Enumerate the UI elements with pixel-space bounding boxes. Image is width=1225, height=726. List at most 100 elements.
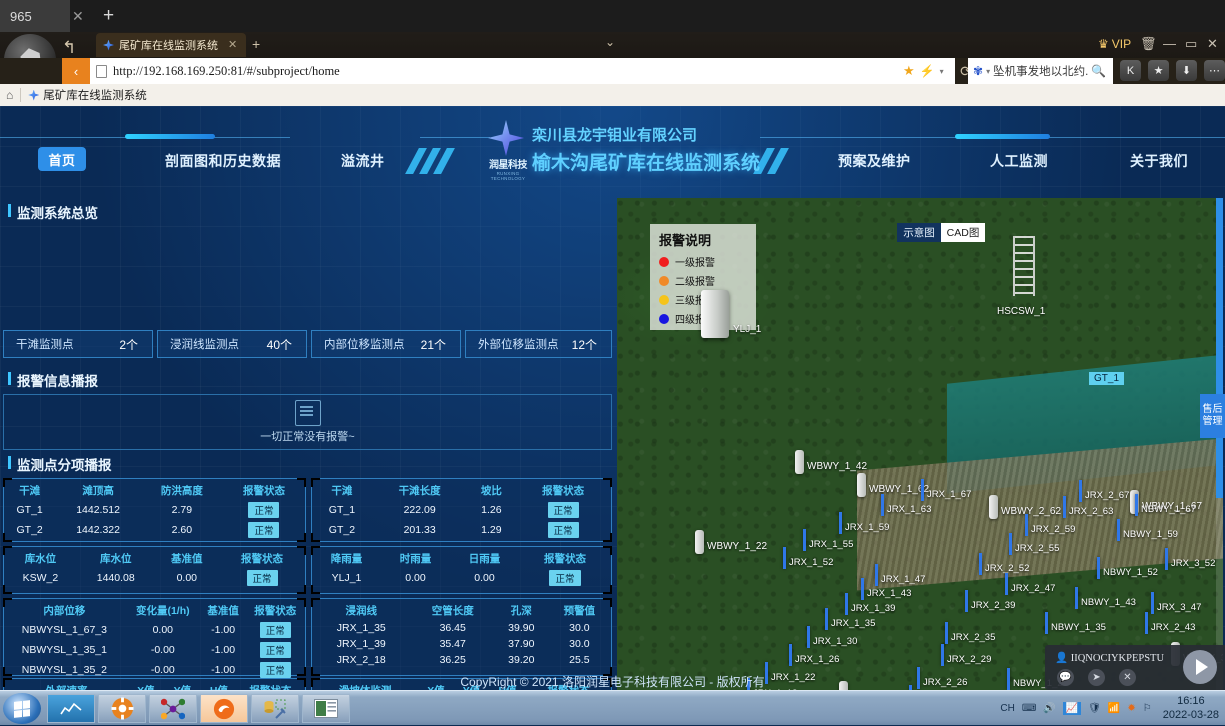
antivirus-icon[interactable]: ✹ xyxy=(1127,703,1135,714)
browser-tab-close-icon[interactable]: ✕ xyxy=(228,38,237,51)
shield-icon[interactable]: 🛡 xyxy=(1088,703,1101,714)
os-tab[interactable]: 965 xyxy=(0,0,70,32)
table-row: JRX_1_39 35.47 37.90 30.0 xyxy=(312,636,611,652)
marker-label: JRX_2_39 xyxy=(971,600,1015,611)
after-sales-side-tab[interactable]: 售后 管理 xyxy=(1200,394,1225,438)
map-point-marker[interactable]: JRX_1_52 xyxy=(783,547,833,569)
cursor-icon[interactable]: ➤ xyxy=(1088,669,1105,686)
browser-tablist-chevron-icon[interactable]: ⌄ xyxy=(605,35,615,49)
toolbar-downloads-icon[interactable]: ⬇ xyxy=(1176,60,1197,81)
close-icon[interactable]: ✕ xyxy=(1119,669,1136,686)
home-icon[interactable]: ⌂ xyxy=(6,88,13,102)
taskbar-item-browser-icon[interactable] xyxy=(200,694,248,723)
nav-item-overflow-well[interactable]: 溢流井 xyxy=(341,151,385,171)
water-level-tower-icon[interactable] xyxy=(1013,236,1035,296)
map-point-marker[interactable]: JRX_2_29 xyxy=(941,644,991,666)
browser-minimize-button[interactable]: — xyxy=(1163,36,1176,51)
map-point-marker[interactable]: NBWY_1_35 xyxy=(1045,612,1106,634)
stat-external-displacement[interactable]: 外部位移监测点 12个 xyxy=(465,330,612,358)
stat-dry-beach[interactable]: 干滩监测点 2个 xyxy=(3,330,153,358)
ime-indicator[interactable]: CH xyxy=(1000,703,1014,714)
browser-back-arrow-icon[interactable]: ↰ xyxy=(62,38,76,58)
gt1-map-label[interactable]: GT_1 xyxy=(1089,372,1124,385)
nav-item-home[interactable]: 首页 xyxy=(38,147,86,171)
taskbar-item-window-app-icon[interactable] xyxy=(302,694,350,723)
level1-dot-icon xyxy=(659,257,669,267)
marker-label: JRX_1_52 xyxy=(789,557,833,568)
nav-item-about-us[interactable]: 关于我们 xyxy=(1130,151,1188,171)
app-root: 首页 剖面图和历史数据 溢流井 预案及维护 人工监测 关于我们 栾川县龙宇钼业有… xyxy=(0,106,1225,690)
lightning-icon[interactable]: ⚡ xyxy=(920,64,935,78)
map-point-marker[interactable]: JRX_2_52 xyxy=(979,553,1029,575)
cell: YLJ_1 xyxy=(312,568,381,588)
taskbar-item-chart-icon[interactable] xyxy=(47,694,95,723)
map-point-marker[interactable]: JRX_2_35 xyxy=(945,622,995,644)
map-sensor-marker[interactable]: WBWY_1_42 xyxy=(795,450,867,474)
taskbar-item-database-tools-icon[interactable] xyxy=(251,694,299,723)
start-button[interactable] xyxy=(3,693,41,724)
map-point-marker[interactable]: NBWY_1_59 xyxy=(1117,519,1178,541)
cell: 37.90 xyxy=(495,636,548,652)
bar-icon xyxy=(941,644,944,666)
map-point-marker[interactable]: NBWY_1_52 xyxy=(1097,557,1158,579)
volume-icon[interactable]: 🔊 xyxy=(1043,703,1055,714)
map-point-marker[interactable]: JRX_2_39 xyxy=(965,590,1015,612)
table-row: JRX_1_35 36.45 39.90 30.0 xyxy=(312,620,611,636)
map-point-marker[interactable]: JRX_2_43 xyxy=(1145,612,1195,634)
nav-back-button[interactable]: ‹ xyxy=(62,58,90,84)
cell: 1.29 xyxy=(467,520,515,540)
bookmark-item[interactable]: 尾矿库在线监测系统 xyxy=(28,87,147,103)
monitor-icon[interactable]: 📈 xyxy=(1063,702,1081,715)
search-engine-chevron-icon[interactable]: ▾ xyxy=(986,67,990,76)
nav-item-profile-history[interactable]: 剖面图和历史数据 xyxy=(165,151,281,171)
stat-internal-displacement[interactable]: 内部位移监测点 21个 xyxy=(311,330,461,358)
taskbar-item-settings-gear-icon[interactable] xyxy=(98,694,146,723)
stat-saturation-line[interactable]: 浸润线监测点 40个 xyxy=(157,330,307,358)
cell: 1440.08 xyxy=(77,568,155,588)
map-point-marker[interactable]: JRX_3_52 xyxy=(1165,548,1215,570)
browser-maximize-button[interactable]: ▭ xyxy=(1185,36,1197,52)
user-toast-widget[interactable]: 👤 IIQNOCIYKPEPSTU 💬 ➤ ✕ xyxy=(1045,645,1225,690)
taskbar-clock[interactable]: 16:16 2022-03-28 xyxy=(1159,695,1219,723)
map-point-marker[interactable]: NBWY_1_43 xyxy=(1075,587,1136,609)
vip-badge[interactable]: ♛ VIP xyxy=(1098,37,1131,51)
toolbar-favorites-star-icon[interactable]: ★ xyxy=(1148,60,1169,81)
toolbar-menu-icon[interactable]: ⋯ xyxy=(1204,60,1225,81)
chevron-down-icon[interactable]: ▾ xyxy=(940,67,944,76)
cell: 正常 xyxy=(245,640,305,660)
browser-trash-icon[interactable]: 🗑 xyxy=(1140,36,1157,52)
section-title-overview: 监测系统总览 xyxy=(8,202,98,222)
browser-tab[interactable]: 尾矿库在线监测系统 xyxy=(96,33,246,57)
search-box[interactable]: ✾ ▾ 坠机事发地以北约... 🔍 xyxy=(968,58,1113,84)
toolbar-button-k[interactable]: K xyxy=(1120,60,1141,81)
internal-displacement-table: 内部位移 变化量(1/h) 基准值 报警状态 NBWYSL_1_67_3 0.0… xyxy=(3,598,306,676)
bookmark-star-icon[interactable]: ★ xyxy=(903,63,915,79)
os-new-tab-button[interactable]: + xyxy=(103,5,114,27)
marker-label: JRX_2_29 xyxy=(947,654,991,665)
map-point-marker[interactable]: JRX_2_55 xyxy=(1009,533,1059,555)
view-button-cad[interactable]: CAD图 xyxy=(941,223,985,242)
map-sensor-marker[interactable]: WBWY_1_22 xyxy=(695,530,767,554)
map-vertical-scrollbar[interactable] xyxy=(1216,198,1223,690)
taskbar-item-network-nodes-icon[interactable] xyxy=(149,694,197,723)
signal-icon[interactable]: 📶 xyxy=(1108,703,1120,714)
chat-icon[interactable]: 💬 xyxy=(1057,669,1074,686)
map-point-marker[interactable]: NBWY_1_67 xyxy=(1135,494,1196,516)
browser-close-button[interactable]: ✕ xyxy=(1207,36,1218,52)
nav-item-manual-monitoring[interactable]: 人工监测 xyxy=(990,151,1048,171)
status-badge: 正常 xyxy=(548,522,579,538)
rain-gauge-marker-icon[interactable] xyxy=(701,290,729,338)
post-icon xyxy=(857,473,866,497)
address-bar[interactable]: http://192.168.169.250:81/#/subproject/h… xyxy=(90,58,900,84)
keyboard-icon[interactable]: ⌨ xyxy=(1022,703,1036,714)
os-tab-close-icon[interactable]: ✕ xyxy=(72,8,84,25)
col-header: 滩顶高 xyxy=(55,479,141,500)
search-icon[interactable]: 🔍 xyxy=(1091,64,1106,78)
flag-icon[interactable]: ⚐ xyxy=(1143,703,1152,714)
view-button-schematic[interactable]: 示意图 xyxy=(897,223,941,242)
browser-new-tab-button[interactable]: + xyxy=(252,36,260,52)
play-icon[interactable] xyxy=(1183,650,1217,684)
site-map-panel[interactable]: 报警说明 一级报警 二级报警 三级报警 四级报警 示意图 CAD图 YLJ_1 … xyxy=(617,198,1223,690)
nav-item-plan-maintenance[interactable]: 预案及维护 xyxy=(838,151,911,171)
map-point-marker[interactable]: JRX_3_47 xyxy=(1151,592,1201,614)
